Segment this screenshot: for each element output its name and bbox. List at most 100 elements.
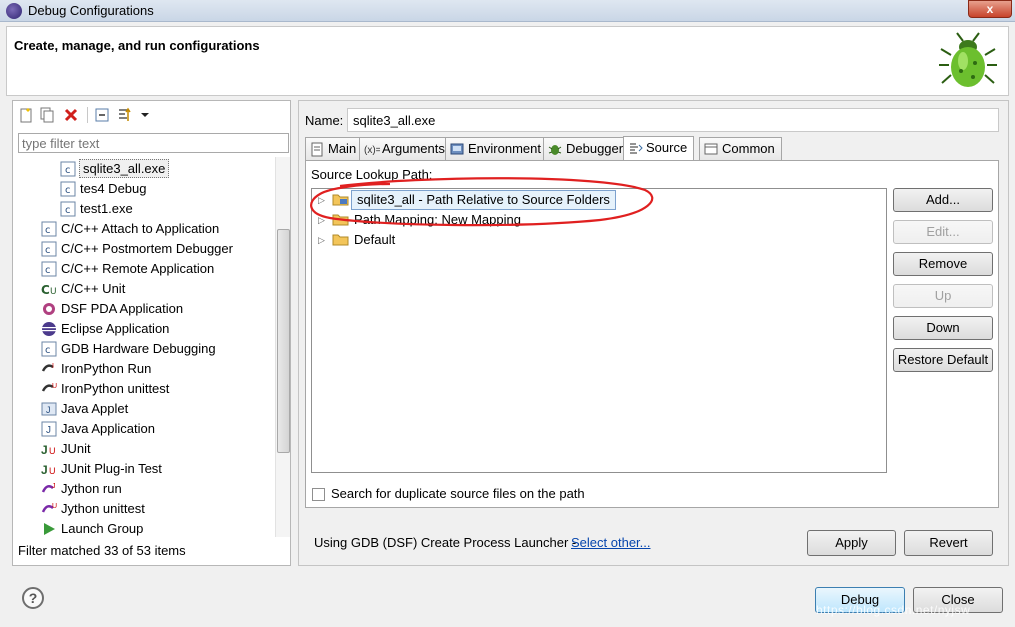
duplicate-configuration-icon[interactable] [39,107,55,123]
svg-text:J: J [52,483,56,490]
source-lookup-label: Path Mapping: New Mapping [354,212,521,227]
common-tab-icon [704,142,718,156]
filter-configurations-icon[interactable] [117,107,133,123]
collapse-all-icon[interactable] [94,107,110,123]
scrollbar-thumb[interactable] [277,229,290,453]
chevron-down-icon[interactable] [137,107,153,123]
watermark: https://blog.csdn.net/nyjsw [816,603,971,617]
duplicate-search-label: Search for duplicate source files on the… [331,486,585,501]
dialog-title: Create, manage, and run configurations [14,38,260,53]
remove-button[interactable]: Remove [893,252,993,276]
tab-label: Environment [468,141,541,156]
c-app-icon: c [41,341,57,357]
eclipse-icon [41,321,57,337]
pda-icon [41,301,57,317]
arguments-tab-icon: (x)= [364,142,382,156]
tree-item-label: Java Application [61,421,155,436]
tab-main[interactable]: Main [305,137,364,160]
down-button[interactable]: Down [893,316,993,340]
help-icon[interactable]: ? [22,587,44,609]
svg-text:c: c [45,345,51,356]
svg-text:U: U [50,287,57,297]
ironpython-unittest-icon: U [41,381,57,397]
source-tab-content: Source Lookup Path: ▷ sqlite3_all - Path … [305,160,999,508]
tree-item-label: C/C++ Unit [61,281,126,296]
revert-button[interactable]: Revert [904,530,993,556]
c-unit-icon: CU [41,281,57,297]
filter-input[interactable] [18,133,289,153]
c-config-icon: c [60,181,76,197]
svg-text:J: J [46,405,51,415]
debugger-tab-icon [548,142,562,156]
tab-source[interactable]: Source [623,136,695,161]
source-tab-icon [628,141,643,155]
launcher-text: Using GDB (DSF) Create Process Launcher … [314,535,577,550]
tree-item-label: DSF PDA Application [61,301,184,316]
tree-item-label: Eclipse Application [61,321,170,336]
svg-text:(x)=: (x)= [364,145,380,156]
configuration-tree: c sqlite3_all.exe c tes4 Debug c test1.exe c C/… [13,157,275,537]
tree-item-label: JUnit [61,441,91,456]
junit-plugin-icon: JU [41,461,57,477]
svg-text:J: J [41,443,48,457]
tree-item-label: GDB Hardware Debugging [61,341,216,356]
eclipse-icon [6,3,22,19]
expand-arrow-icon[interactable]: ▷ [318,230,325,250]
jython-unittest-icon: U [41,501,57,517]
tab-debugger[interactable]: Debugger [543,137,631,160]
select-other-link[interactable]: Select other... [571,535,651,550]
svg-text:c: c [65,185,71,196]
tree-item-label: JUnit Plug-in Test [61,461,162,476]
delete-configuration-icon[interactable] [63,107,79,123]
folder-icon [332,234,349,246]
tab-environment[interactable]: Environment [445,137,548,160]
svg-text:c: c [65,165,71,176]
expand-arrow-icon[interactable]: ▷ [318,210,325,230]
tab-label: Source [646,140,688,155]
restore-default-button[interactable]: Restore Default [893,348,993,372]
bug-icon [939,32,997,87]
svg-text:c: c [45,245,51,256]
folder-icon [332,194,349,206]
java-applet-icon: J [41,401,57,417]
svg-text:C: C [41,283,50,297]
duplicate-search-checkbox[interactable] [312,488,325,501]
svg-text:J: J [46,425,51,436]
c-config-icon: c [60,201,76,217]
tab-label: Arguments [382,141,445,156]
configuration-list-panel: csqlite3_all.exectes4 Debugctest1.execC/… [12,100,291,566]
jython-icon: J [41,481,57,497]
ironpython-icon: I [41,361,57,377]
tree-item-label: sqlite3_all.exe [79,159,170,178]
add-button[interactable]: Add... [893,188,993,212]
main-tab-icon [310,142,324,157]
c-config-icon: c [60,161,76,177]
name-field[interactable] [347,108,999,132]
tree-item-label: C/C++ Postmortem Debugger [61,241,233,256]
svg-text:I: I [52,363,54,370]
svg-text:c: c [65,205,71,216]
tab-label: Main [328,141,357,156]
java-app-icon: J [41,421,57,437]
tab-arguments[interactable]: (x)= Arguments [359,137,452,160]
tree-item-label: Jython run [61,481,122,496]
folder-icon [332,214,349,226]
title-bar: Debug Configurations [0,0,1015,22]
source-lookup-label: Source Lookup Path: [311,167,433,182]
tab-common[interactable]: Common [699,137,782,160]
source-lookup-label: Default [354,232,396,247]
left-toolbar [13,101,290,129]
source-lookup-label: sqlite3_all - Path Relative to Source Fo… [351,190,616,210]
svg-text:c: c [45,225,51,236]
window-title: Debug Configurations [28,3,154,18]
c-app-icon: c [41,241,57,257]
svg-text:U: U [49,466,56,476]
edit-button[interactable]: Edit... [893,220,993,244]
up-button[interactable]: Up [893,284,993,308]
expand-arrow-icon[interactable]: ▷ [318,190,325,210]
tree-scrollbar[interactable] [275,157,290,537]
apply-button[interactable]: Apply [807,530,896,556]
svg-text:U: U [52,383,57,390]
window-close-button[interactable]: x [968,0,1012,18]
new-configuration-icon[interactable] [18,107,34,123]
